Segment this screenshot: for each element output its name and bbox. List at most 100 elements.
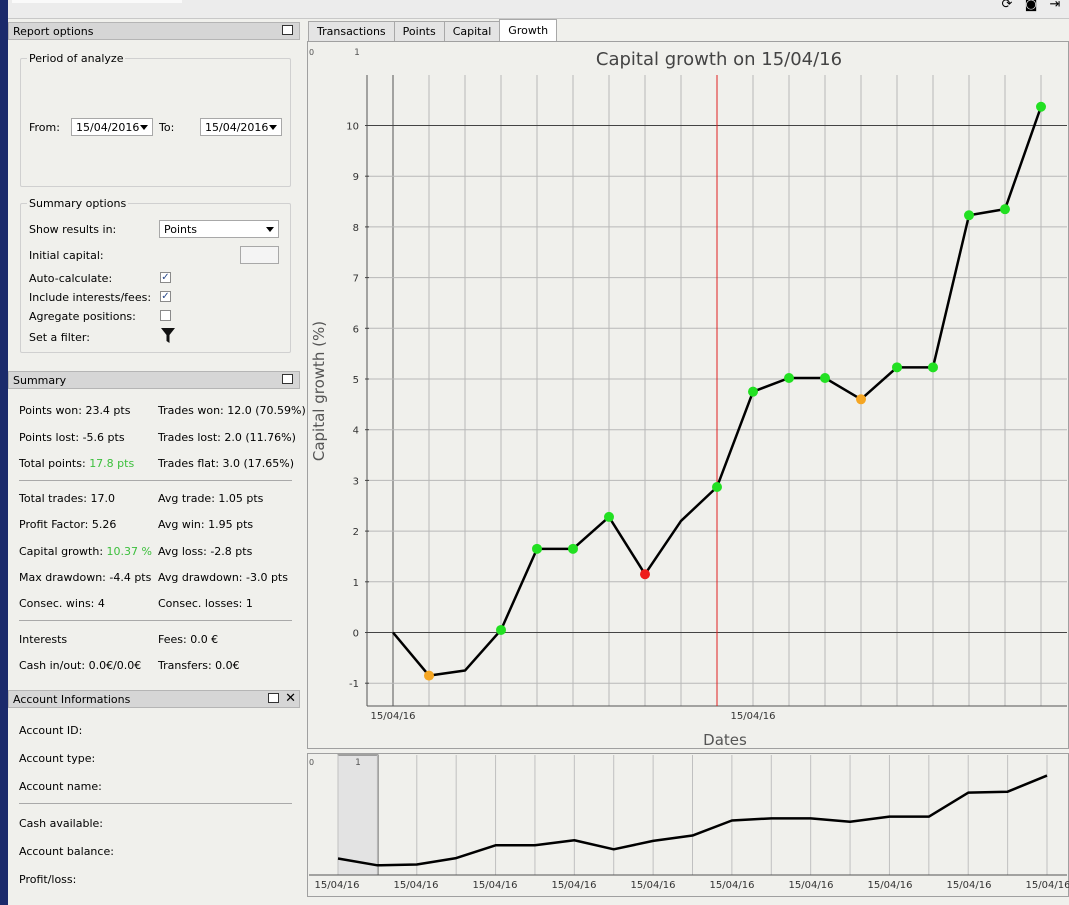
float-icon[interactable] bbox=[268, 693, 279, 703]
x-tick-label: 15/04/16 bbox=[947, 880, 992, 891]
consec-losses: Consec. losses: 1 bbox=[158, 597, 253, 610]
y-tick-label: 9 bbox=[353, 172, 359, 183]
show-results-select[interactable]: Points bbox=[159, 220, 279, 238]
data-point bbox=[892, 362, 902, 373]
to-label: To: bbox=[159, 121, 175, 134]
x-tick-label: 15/04/16 bbox=[1026, 880, 1069, 891]
account-id-label: Account ID: bbox=[19, 724, 83, 737]
chevron-down-icon bbox=[266, 227, 274, 232]
x-axis-label: Dates bbox=[703, 731, 747, 749]
include-interests-label: Include interests/fees: bbox=[29, 291, 152, 304]
y-tick-label: 4 bbox=[353, 426, 359, 437]
data-point bbox=[568, 543, 578, 554]
show-results-value: Points bbox=[164, 223, 198, 236]
to-date-picker[interactable]: 15/04/2016 bbox=[200, 118, 282, 136]
points-lost: Points lost: -5.6 pts bbox=[19, 431, 125, 444]
tab-points[interactable]: Points bbox=[393, 21, 445, 41]
data-point bbox=[928, 362, 938, 373]
account-balance-label: Account balance: bbox=[19, 845, 114, 858]
x-tick-label: 15/04/16 bbox=[394, 880, 439, 891]
trades-lost: Trades lost: 2.0 (11.76%) bbox=[158, 431, 296, 444]
close-icon[interactable]: ✕ bbox=[285, 691, 296, 706]
account-name-label: Account name: bbox=[19, 780, 102, 793]
cash-available-label: Cash available: bbox=[19, 817, 103, 830]
aggregate-positions-label: Agregate positions: bbox=[29, 310, 136, 323]
data-point bbox=[748, 386, 758, 397]
chart-tabs: Transactions Points Capital Growth bbox=[308, 19, 558, 41]
aggregate-positions-checkbox[interactable] bbox=[160, 310, 171, 321]
total-points: Total points: 17.8 pts bbox=[19, 457, 135, 470]
trades-flat: Trades flat: 3.0 (17.65%) bbox=[158, 457, 295, 470]
include-interests-checkbox[interactable]: ✓ bbox=[160, 291, 171, 302]
x-tick-label: 15/04/16 bbox=[710, 880, 755, 891]
from-date-picker[interactable]: 15/04/2016 bbox=[71, 118, 153, 136]
fees: Fees: 0.0 € bbox=[158, 633, 219, 646]
x-tick-label: 15/04/16 bbox=[315, 880, 360, 891]
from-label: From: bbox=[29, 121, 60, 134]
refresh-icon[interactable]: ⟳ bbox=[999, 0, 1015, 12]
float-icon[interactable] bbox=[282, 25, 293, 35]
avg-win: Avg win: 1.95 pts bbox=[158, 518, 254, 531]
initial-capital-label: Initial capital: bbox=[29, 249, 104, 262]
x-tick-label: 15/04/16 bbox=[731, 711, 776, 722]
from-date-value: 15/04/2016 bbox=[76, 121, 140, 134]
report-options-title: Report options bbox=[13, 25, 94, 38]
data-point bbox=[856, 394, 866, 405]
capital-growth-value: 10.37 % bbox=[106, 545, 152, 558]
overview-chart[interactable]: 0 1 15/04/16 15/04/16 15/04/16 15/04/16 15/0… bbox=[307, 753, 1069, 897]
max-drawdown: Max drawdown: -4.4 pts bbox=[19, 571, 152, 584]
data-point bbox=[1036, 101, 1046, 112]
transfers: Transfers: 0.0€ bbox=[158, 659, 240, 672]
total-trades: Total trades: 17.0 bbox=[19, 492, 115, 505]
total-points-value: 17.8 pts bbox=[89, 457, 135, 470]
avg-loss: Avg loss: -2.8 pts bbox=[158, 545, 253, 558]
overview-selection-handle[interactable] bbox=[337, 754, 379, 876]
x-tick-label: 15/04/16 bbox=[868, 880, 913, 891]
y-tick-label: 8 bbox=[353, 223, 359, 234]
top-toolbar: ⟳ ◙ ⇥ bbox=[8, 0, 1069, 19]
y-tick-label: 7 bbox=[353, 274, 359, 285]
data-point bbox=[820, 372, 830, 383]
exit-icon[interactable]: ⇥ bbox=[1047, 0, 1063, 12]
show-results-label: Show results in: bbox=[29, 223, 117, 236]
y-tick-label: 5 bbox=[353, 375, 359, 386]
y-tick-label: 6 bbox=[353, 324, 359, 335]
x-tick-label: 15/04/16 bbox=[789, 880, 834, 891]
x-tick-label: 15/04/16 bbox=[631, 880, 676, 891]
y-tick-label: 0 bbox=[353, 629, 359, 640]
tab-capital[interactable]: Capital bbox=[443, 21, 501, 41]
chevron-down-icon bbox=[140, 125, 148, 130]
growth-chart[interactable]: Capital growth on 15/04/16 0 1 -1 0 1 2 3 4 5 6… bbox=[307, 41, 1069, 749]
x-tick-label: 15/04/16 bbox=[552, 880, 597, 891]
corner-label: 0 bbox=[309, 48, 314, 57]
camera-icon[interactable]: ◙ bbox=[1023, 0, 1039, 12]
filter-icon[interactable] bbox=[161, 328, 175, 344]
desktop-edge bbox=[0, 0, 8, 905]
tab-transactions[interactable]: Transactions bbox=[308, 21, 395, 41]
float-icon[interactable] bbox=[282, 374, 293, 384]
divider bbox=[19, 803, 292, 804]
corner-label: 1 bbox=[355, 758, 361, 768]
y-tick-label: -1 bbox=[349, 679, 359, 690]
data-point bbox=[532, 543, 542, 554]
left-panel: Report options Period of analyze From: 1… bbox=[8, 20, 306, 905]
y-tick-label: 3 bbox=[353, 476, 359, 487]
data-point bbox=[424, 670, 434, 681]
auto-calculate-checkbox[interactable]: ✓ bbox=[160, 272, 171, 283]
chart-title: Capital growth on 15/04/16 bbox=[596, 49, 842, 70]
data-point bbox=[1000, 204, 1010, 215]
data-point bbox=[496, 624, 506, 635]
account-header: Account Informations ✕ bbox=[8, 690, 300, 708]
cash-in-out: Cash in/out: 0.0€/0.0€ bbox=[19, 659, 142, 672]
profit-factor: Profit Factor: 5.26 bbox=[19, 518, 117, 531]
period-group-title: Period of analyze bbox=[27, 52, 126, 65]
corner-label: 1 bbox=[354, 48, 360, 58]
divider bbox=[19, 480, 292, 481]
consec-wins: Consec. wins: 4 bbox=[19, 597, 105, 610]
x-tick-label: 15/04/16 bbox=[371, 711, 416, 722]
chevron-down-icon bbox=[269, 125, 277, 130]
data-point bbox=[964, 210, 974, 221]
profit-loss-label: Profit/loss: bbox=[19, 873, 77, 886]
initial-capital-input[interactable] bbox=[240, 246, 279, 264]
tab-growth[interactable]: Growth bbox=[499, 19, 558, 41]
